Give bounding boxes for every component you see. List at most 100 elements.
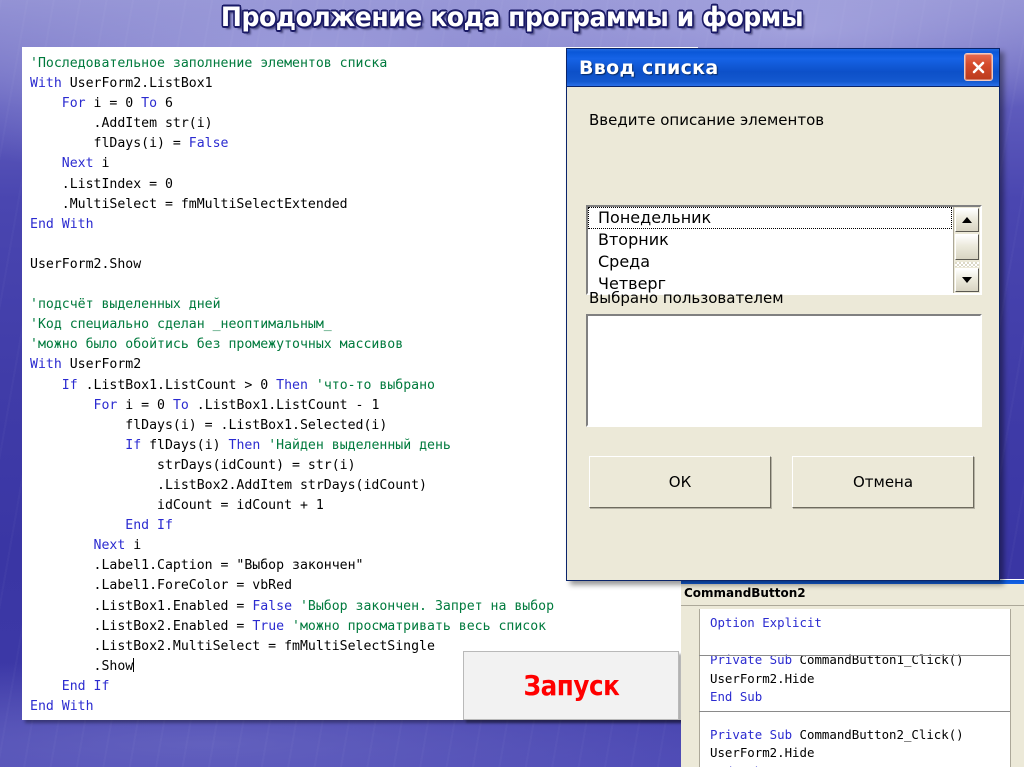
code-token: End With [30, 699, 94, 714]
vbe-procedure-separator-1 [699, 655, 1010, 656]
list-item[interactable]: Понедельник [588, 207, 952, 229]
code-token: .ListBox2.MultiSelect = fmMultiSelectSin… [30, 638, 435, 654]
code-token: To [172, 397, 189, 413]
code-token: i [125, 538, 142, 554]
code-token: With [30, 357, 62, 373]
code-token: .Show [30, 658, 134, 674]
ok-button[interactable]: ОК [589, 456, 771, 508]
code-line: flDays(i) = False [30, 134, 554, 154]
scrollbar-thumb[interactable] [955, 234, 979, 260]
code-line: For i = 0 To 6 [30, 94, 554, 114]
code-token: False [188, 136, 229, 152]
code-token: If [61, 377, 78, 393]
listbox-days[interactable]: Понедельник Вторник Среда Четверг [586, 205, 982, 295]
code-token: idCount = idCount + 1 [30, 498, 324, 514]
code-token: End If [125, 518, 173, 534]
run-button[interactable]: Запуск [463, 651, 679, 720]
code-line: flDays(i) = .ListBox1.Selected(i) [30, 416, 554, 436]
code-token: 'что-то выбрано [315, 377, 435, 393]
code-token: .ListBox2.Enabled = [30, 618, 253, 634]
scrollbar-track[interactable] [955, 262, 979, 267]
code-line: End Sub [710, 763, 964, 767]
code-token: strDays(idCount) = str(i) [30, 457, 356, 473]
code-token: CommandButton2_Click() [792, 726, 964, 742]
code-token: i = 0 [85, 96, 142, 112]
code-line: End If [30, 516, 554, 536]
triangle-up-icon[interactable] [955, 208, 979, 232]
code-token: UserForm2.ListBox1 [61, 76, 213, 92]
code-line: 'Последовательное заполнение элементов с… [30, 54, 554, 74]
selected-label: Выбрано пользователем [589, 289, 784, 307]
dialog-body: Введите описание элементов Понедельник Вт… [567, 87, 999, 582]
code-token: 6 [157, 96, 173, 112]
triangle-down-icon[interactable] [955, 268, 979, 292]
code-line: Next i [30, 154, 554, 174]
vbe-vertical-scrollbar[interactable] [1010, 609, 1024, 767]
code-token: If [125, 437, 142, 453]
code-token: 'Найден выделенный день [268, 437, 451, 453]
vbe-code-pane[interactable]: CommandButton2 Option Explicit Private S… [681, 579, 1024, 767]
code-line: If flDays(i) Then 'Найден выделенный ден… [30, 436, 554, 456]
listbox-selected[interactable] [586, 314, 982, 427]
code-token: 'Код специально сделан _неоптимальным_ [30, 317, 332, 333]
code-token: 'Последовательное заполнение элементов с… [30, 56, 388, 71]
code-line: .ListBox2.Enabled = True 'можно просматр… [30, 617, 554, 637]
cancel-button-label: Отмена [852, 473, 914, 491]
vbe-code-listing: Option Explicit Private Sub CommandButto… [710, 614, 964, 767]
code-token: True [252, 618, 285, 634]
code-line: .AddItem str(i) [30, 114, 554, 134]
code-line: End With [30, 215, 554, 235]
code-token: .ListBox2.AddItem strDays(idCount) [30, 477, 427, 493]
code-token: UserForm2.Hide [710, 670, 815, 686]
code-line: 'Код специально сделан _неоптимальным_ [30, 315, 554, 335]
list-item[interactable]: Среда [588, 251, 980, 273]
code-token: UserForm2.Hide [710, 745, 815, 761]
code-line: idCount = idCount + 1 [30, 496, 554, 516]
close-icon[interactable] [964, 53, 993, 81]
text-caret [133, 657, 135, 672]
run-button-label: Запуск [523, 669, 619, 702]
code-token: UserForm2.Show [30, 256, 142, 272]
code-token: .ListBox1.ListCount > 0 [77, 377, 277, 393]
code-line: UserForm2.Hide [710, 744, 964, 763]
code-token: Option Explicit [710, 615, 822, 630]
code-token: flDays(i) = .ListBox1.Selected(i) [30, 417, 388, 433]
code-line: 'подсчёт выделенных дней [30, 295, 554, 315]
vbe-code-area[interactable]: Option Explicit Private Sub CommandButto… [699, 609, 1010, 767]
dialog-title: Ввод списка [579, 56, 719, 79]
cancel-button[interactable]: Отмена [792, 456, 974, 508]
code-token: .AddItem str(i) [30, 116, 213, 132]
code-token: UserForm2 [61, 357, 142, 373]
code-token: 'Выбор закончен. Запрет на выбор [299, 598, 555, 614]
listbox-days-scrollbar[interactable] [953, 207, 980, 293]
input-list-dialog[interactable]: Ввод списка Введите описание элементов П… [566, 48, 1000, 581]
code-token: .Label1.ForeColor = vbRed [30, 578, 293, 594]
code-line: Next i [30, 536, 554, 556]
vbe-separator [681, 605, 1024, 606]
code-token: End Sub [30, 719, 86, 720]
code-line: .ListBox2.AddItem strDays(idCount) [30, 476, 554, 496]
code-token: .Label1.Caption = "Выбор закончен" [30, 558, 364, 574]
code-token: 'можно просматривать весь список [292, 618, 547, 634]
code-line: .Label1.ForeColor = vbRed [30, 576, 554, 596]
vbe-procedure-separator-2 [699, 711, 1010, 712]
listbox-days-items[interactable]: Понедельник Вторник Среда Четверг [588, 207, 980, 293]
dialog-titlebar[interactable]: Ввод списка [567, 49, 999, 87]
code-token: End With [30, 216, 94, 232]
code-line: .ListBox1.Enabled = False 'Выбор законче… [30, 597, 555, 617]
code-token: Next [61, 156, 94, 172]
list-item[interactable]: Вторник [588, 229, 980, 251]
code-token: For [93, 397, 118, 413]
code-token: Next [93, 538, 126, 554]
code-line: With UserForm2 [30, 355, 554, 375]
code-token: To [141, 96, 158, 112]
code-token: Private Sub [710, 726, 793, 742]
code-token: 'подсчёт выделенных дней [30, 297, 221, 313]
